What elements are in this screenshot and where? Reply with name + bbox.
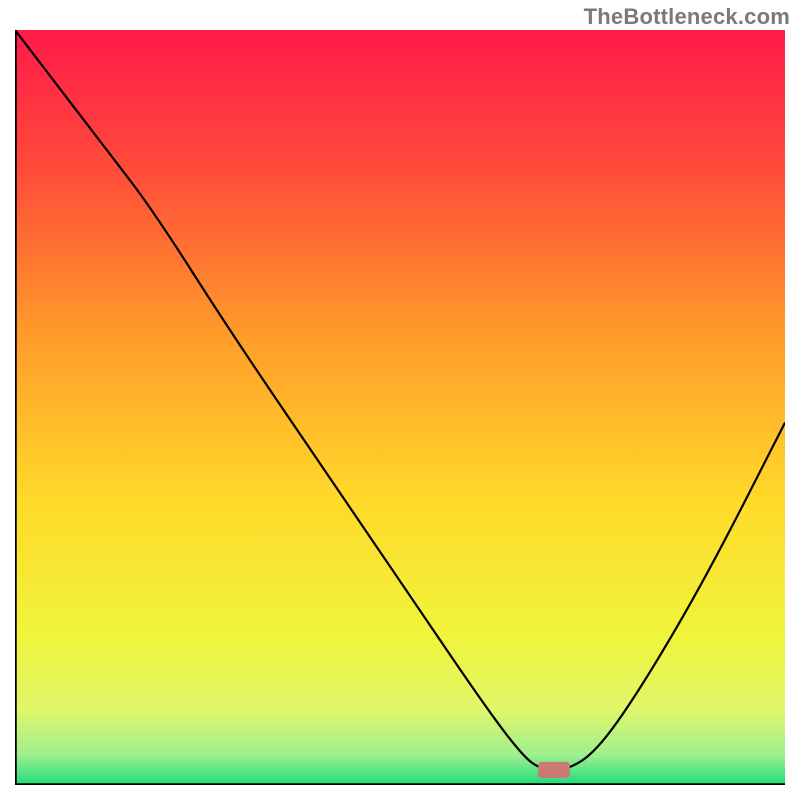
watermark-text: TheBottleneck.com	[584, 4, 790, 30]
gradient-background	[15, 30, 785, 785]
chart-svg	[15, 30, 785, 785]
optimum-marker	[539, 762, 570, 777]
bottleneck-chart	[15, 30, 785, 785]
